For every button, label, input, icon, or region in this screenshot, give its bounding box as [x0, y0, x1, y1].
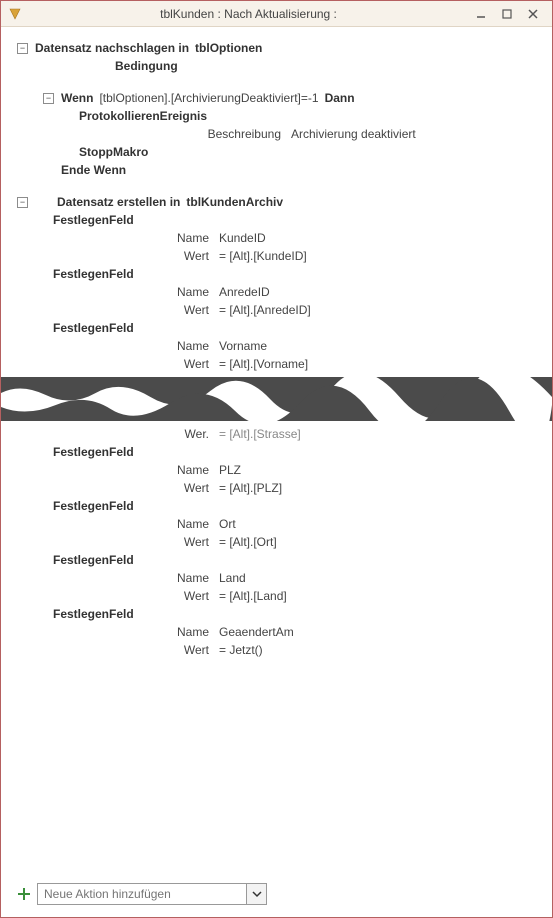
field-value: = [Alt].[AnredeID]: [219, 303, 311, 317]
field-name-label: Name: [71, 231, 219, 245]
ende-wenn: Ende Wenn: [61, 163, 126, 177]
field-name: GeaendertAm: [219, 625, 294, 639]
title-bar: tblKunden : Nach Aktualisierung :: [1, 1, 552, 27]
add-action-bar: [17, 883, 267, 905]
field-name-label: Name: [71, 339, 219, 353]
action-create: Datensatz erstellen in: [57, 195, 180, 209]
collapse-toggle[interactable]: −: [17, 197, 28, 208]
field-name: AnredeID: [219, 285, 270, 299]
field-value-label: Wert: [71, 357, 219, 371]
field-value: = [Alt].[KundeID]: [219, 249, 307, 263]
action-setfield: FestlegenFeld: [53, 607, 134, 621]
field-value: = [Alt].[Ort]: [219, 535, 277, 549]
field-value: = [Alt].[Strasse]: [219, 427, 301, 441]
action-setfield: FestlegenFeld: [53, 213, 134, 227]
wenn-keyword: Wenn: [61, 91, 93, 105]
field-name-label: Name: [71, 517, 219, 531]
log-desc-value: Archivierung deaktiviert: [291, 127, 416, 141]
action-setfield: FestlegenFeld: [53, 499, 134, 513]
log-desc-label: Beschreibung: [143, 127, 291, 141]
action-setfield: FestlegenFeld: [53, 321, 134, 335]
field-value: = Jetzt(): [219, 643, 263, 657]
wenn-expression: [tblOptionen].[ArchivierungDeaktiviert]=…: [99, 91, 318, 105]
field-name: PLZ: [219, 463, 241, 477]
macro-editor: − Datensatz nachschlagen in tblOptionen …: [1, 27, 552, 917]
field-value-label: Wer.: [71, 427, 219, 441]
minimize-button[interactable]: [468, 5, 494, 23]
lookup-target: tblOptionen: [195, 41, 262, 55]
add-action-input[interactable]: [38, 884, 246, 904]
action-lookup: Datensatz nachschlagen in: [35, 41, 189, 55]
create-target: tblKundenArchiv: [186, 195, 283, 209]
close-button[interactable]: [520, 5, 546, 23]
field-name-label: Name: [71, 625, 219, 639]
collapse-toggle[interactable]: −: [17, 43, 28, 54]
field-value: = [Alt].[PLZ]: [219, 481, 282, 495]
action-stop: StoppMakro: [79, 145, 148, 159]
field-value-label: Wert: [71, 535, 219, 549]
field-name: Vorname: [219, 339, 267, 353]
field-value: = [Alt].[Land]: [219, 589, 287, 603]
dann-keyword: Dann: [325, 91, 355, 105]
add-action-combo[interactable]: [37, 883, 267, 905]
action-setfield: FestlegenFeld: [53, 553, 134, 567]
field-value-label: Wert: [71, 303, 219, 317]
field-name: KundeID: [219, 231, 266, 245]
collapse-toggle[interactable]: −: [43, 93, 54, 104]
field-value-label: Wert: [71, 643, 219, 657]
page-tear: [1, 377, 552, 421]
action-setfield: FestlegenFeld: [53, 445, 134, 459]
field-value: = [Alt].[Vorname]: [219, 357, 308, 371]
field-value-label: Wert: [71, 589, 219, 603]
field-name: Land: [219, 571, 246, 585]
field-value-label: Wert: [71, 249, 219, 263]
field-name-label: Name: [71, 285, 219, 299]
plus-icon[interactable]: [17, 887, 31, 901]
app-icon: [7, 6, 23, 22]
action-log: ProtokollierenEreignis: [79, 109, 207, 123]
field-name-label: Name: [71, 463, 219, 477]
action-setfield: FestlegenFeld: [53, 267, 134, 281]
field-value-label: Wert: [71, 481, 219, 495]
field-name: Ort: [219, 517, 236, 531]
field-name-label: Name: [71, 571, 219, 585]
chevron-down-icon[interactable]: [246, 884, 266, 904]
window-title: tblKunden : Nach Aktualisierung :: [29, 7, 468, 21]
condition-label: Bedingung: [115, 59, 178, 73]
maximize-button[interactable]: [494, 5, 520, 23]
